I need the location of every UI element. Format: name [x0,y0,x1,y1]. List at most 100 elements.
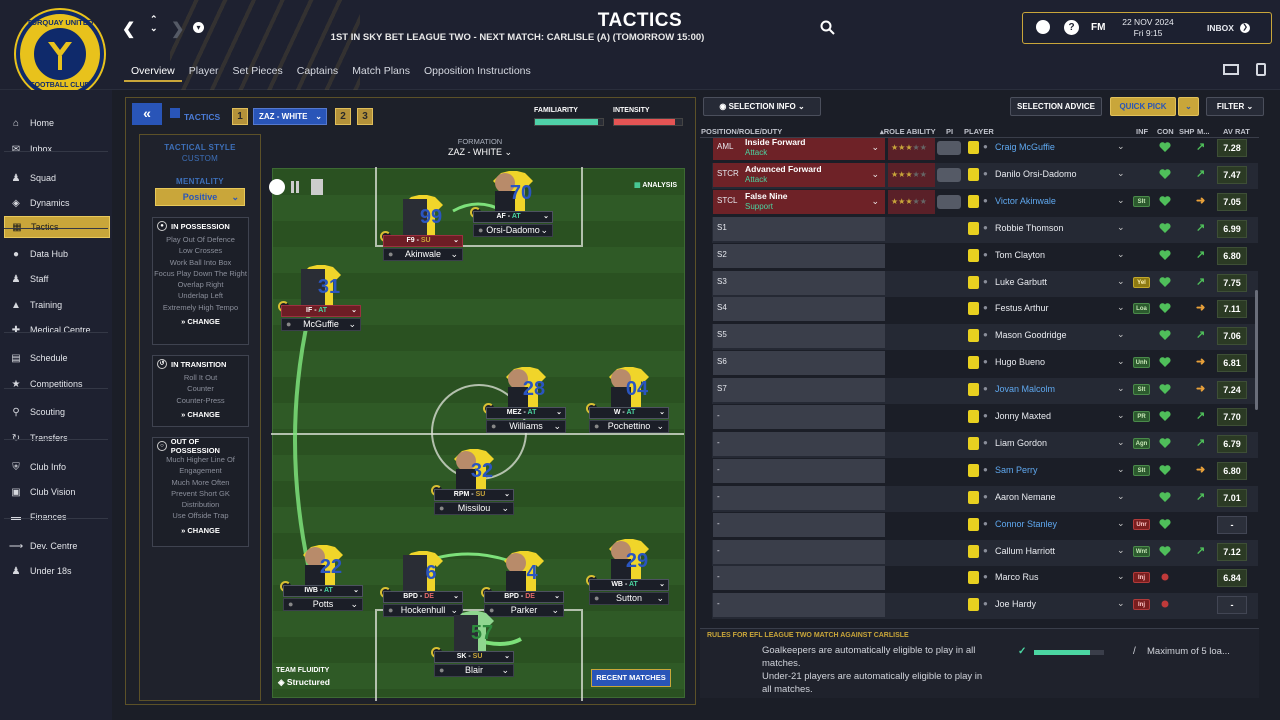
player-row[interactable]: ● Luke Garbutt ⌄ Yel ↗ 7.75 [963,271,1263,295]
player-row[interactable]: ● Aaron Nemane ⌄ ↗ 7.01 [963,486,1263,510]
player-name[interactable]: Robbie Thomson [995,223,1063,233]
player-name[interactable]: Festus Arthur [995,303,1049,313]
tab-player[interactable]: Player [182,64,226,82]
continue-icon[interactable]: ❯ [1240,23,1250,33]
col-con[interactable]: CON [1157,127,1174,136]
player-row[interactable]: ● Jovan Malcolm ⌄ Slt ➜ 7.24 [963,378,1263,402]
player-name[interactable]: Tom Clayton [995,250,1045,260]
position-slot[interactable]: - [713,405,885,429]
player-row[interactable]: ● Danilo Orsi-Dadomo ⌄ ↗ 7.47 [963,163,1263,187]
chevron-down-icon[interactable]: ⌄ [1117,437,1125,448]
position-slot[interactable]: S7 [713,378,885,403]
selection-info-button[interactable]: ◉ SELECTION INFO ⌄ [703,97,821,116]
tab-set-pieces[interactable]: Set Pieces [226,64,290,82]
inbox-button[interactable]: INBOX [1207,23,1234,33]
player-name[interactable]: Sam Perry [995,465,1038,475]
position-slot[interactable]: S6 [713,351,885,376]
player-row[interactable]: ● Craig McGuffie ⌄ ↗ 7.28 [963,138,1263,160]
pi-icon[interactable] [937,141,961,155]
position-slot[interactable]: - [713,512,885,537]
recent-matches-button[interactable]: RECENT MATCHES [591,669,671,687]
player-row[interactable]: ● Jonny Maxted ⌄ PR ↗ 7.70 [963,405,1263,429]
pin-icon[interactable] [1256,63,1266,76]
player-name[interactable]: Aaron Nemane [995,492,1056,502]
position-slot[interactable]: S2 [713,243,885,268]
chevron-down-icon[interactable]: ⌄ [1117,249,1125,260]
col-pi[interactable]: PI [946,127,953,136]
tab-match-plans[interactable]: Match Plans [345,64,417,82]
col-shp[interactable]: SHP [1179,127,1194,136]
search-icon[interactable] [820,20,835,35]
quick-pick-dropdown[interactable]: ⌄ [1178,97,1199,116]
position-slot[interactable]: S4 [713,297,885,322]
club-icon[interactable] [1036,20,1050,34]
position-slot[interactable]: S1 [713,216,885,241]
position-slot[interactable]: - [713,539,885,564]
tactic-slot-3[interactable]: 3 [357,108,373,125]
chevron-down-icon[interactable]: ⌄ [1117,518,1125,529]
chevron-down-icon[interactable]: ⌄ [1117,598,1125,609]
player-name[interactable]: Marco Rus [995,572,1039,582]
player-name[interactable]: Mason Goodridge [995,330,1067,340]
tactic-slot-2[interactable]: 2 [335,108,351,125]
scrollbar[interactable] [1255,290,1258,410]
chevron-down-icon[interactable]: ⌄ [1117,141,1125,152]
position-slot[interactable]: S3 [713,270,885,295]
chevron-down-icon[interactable]: ⌄ [1117,276,1125,287]
player-row[interactable]: ● Marco Rus ⌄ Inj 6.84 [963,566,1263,590]
col-position[interactable]: POSITION/ROLE/DUTY [701,127,782,136]
chevron-down-icon[interactable]: ⌄ [1117,383,1125,394]
player-row[interactable]: ● Mason Goodridge ⌄ ↗ 7.06 [963,324,1263,348]
selection-advice-button[interactable]: SELECTION ADVICE [1010,97,1102,116]
player-row[interactable]: ● Connor Stanley ⌄ Unr - [963,513,1263,537]
player-name[interactable]: Liam Gordon [995,438,1047,448]
display-icon[interactable] [1223,64,1239,75]
player-row[interactable]: ● Victor Akinwale ⌄ Slt ➜ 7.05 [963,190,1263,214]
player-name[interactable]: Jovan Malcolm [995,384,1055,394]
col-m[interactable]: M... [1197,127,1210,136]
player-name[interactable]: Luke Garbutt [995,277,1047,287]
tab-opposition-instructions[interactable]: Opposition Instructions [417,64,538,82]
player-name[interactable]: Victor Akinwale [995,196,1056,206]
tab-captains[interactable]: Captains [290,64,345,82]
position-slot[interactable]: AML Inside Forward Attack ⌄ [713,138,885,160]
position-slot[interactable]: - [713,593,885,618]
col-inf[interactable]: INF [1136,127,1148,136]
fm-logo[interactable]: FM [1091,22,1105,33]
player-name[interactable]: Jonny Maxted [995,411,1051,421]
col-player[interactable]: PLAYER [964,127,994,136]
position-slot[interactable]: STCL False Nine Support ⌄ [713,189,885,214]
player-row[interactable]: ● Tom Clayton ⌄ ↗ 6.80 [963,244,1263,268]
tab-overview[interactable]: Overview [124,64,182,82]
player-name[interactable]: ● Blair ⌄ [434,664,514,677]
position-slot[interactable]: S5 [713,324,885,349]
position-slot[interactable]: - [713,485,885,510]
filter-button[interactable]: FILTER ⌄ [1206,97,1264,116]
player-name[interactable]: Danilo Orsi-Dadomo [995,169,1077,179]
chevron-down-icon[interactable]: ⌄ [1117,356,1125,367]
position-slot[interactable]: - [713,458,885,483]
position-slot[interactable]: STCR Advanced Forward Attack ⌄ [713,162,885,187]
chevron-down-icon[interactable]: ⌄ [1117,410,1125,421]
quick-pick-button[interactable]: QUICK PICK [1110,97,1176,116]
player-row[interactable]: ● Callum Harriott ⌄ Wnt ↗ 7.12 [963,540,1263,564]
tactic-selector[interactable]: ZAZ - WHITE ⌄ [253,108,327,125]
position-slot[interactable]: - [713,566,885,591]
chevron-down-icon[interactable]: ⌄ [1117,571,1125,582]
chevron-down-icon[interactable]: ⌄ [1117,195,1125,206]
position-slot[interactable]: - [713,431,885,456]
collapse-button[interactable]: « [132,103,162,125]
player-row[interactable]: ● Hugo Bueno ⌄ Unh ➜ 6.81 [963,351,1263,375]
chevron-down-icon[interactable]: ⌄ [1117,545,1125,556]
tactic-slot-1[interactable]: 1 [232,108,248,125]
player-name[interactable]: Callum Harriott [995,546,1055,556]
player-row[interactable]: ● Liam Gordon ⌄ Agn ↗ 6.79 [963,432,1263,456]
player-name[interactable]: Connor Stanley [995,519,1057,529]
tactics-tab-label[interactable]: TACTICS [184,112,220,122]
chevron-down-icon[interactable]: ⌄ [1117,302,1125,313]
chevron-down-icon[interactable]: ⌄ [1117,464,1125,475]
chevron-down-icon[interactable]: ⌄ [1117,329,1125,340]
pi-icon[interactable] [937,194,961,209]
chevron-down-icon[interactable]: ⌄ [1117,491,1125,502]
pi-icon[interactable] [937,167,961,182]
